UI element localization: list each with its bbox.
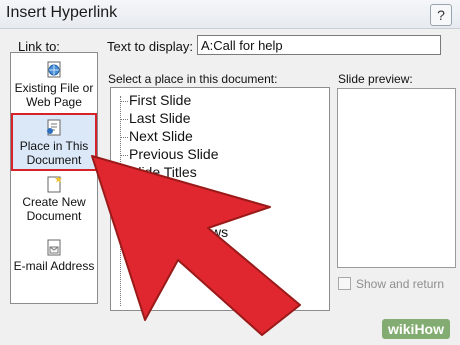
arrow-overlay: [91, 155, 301, 336]
pointer-arrow: [91, 155, 301, 336]
wikihow-watermark: wikiHow: [381, 319, 450, 339]
